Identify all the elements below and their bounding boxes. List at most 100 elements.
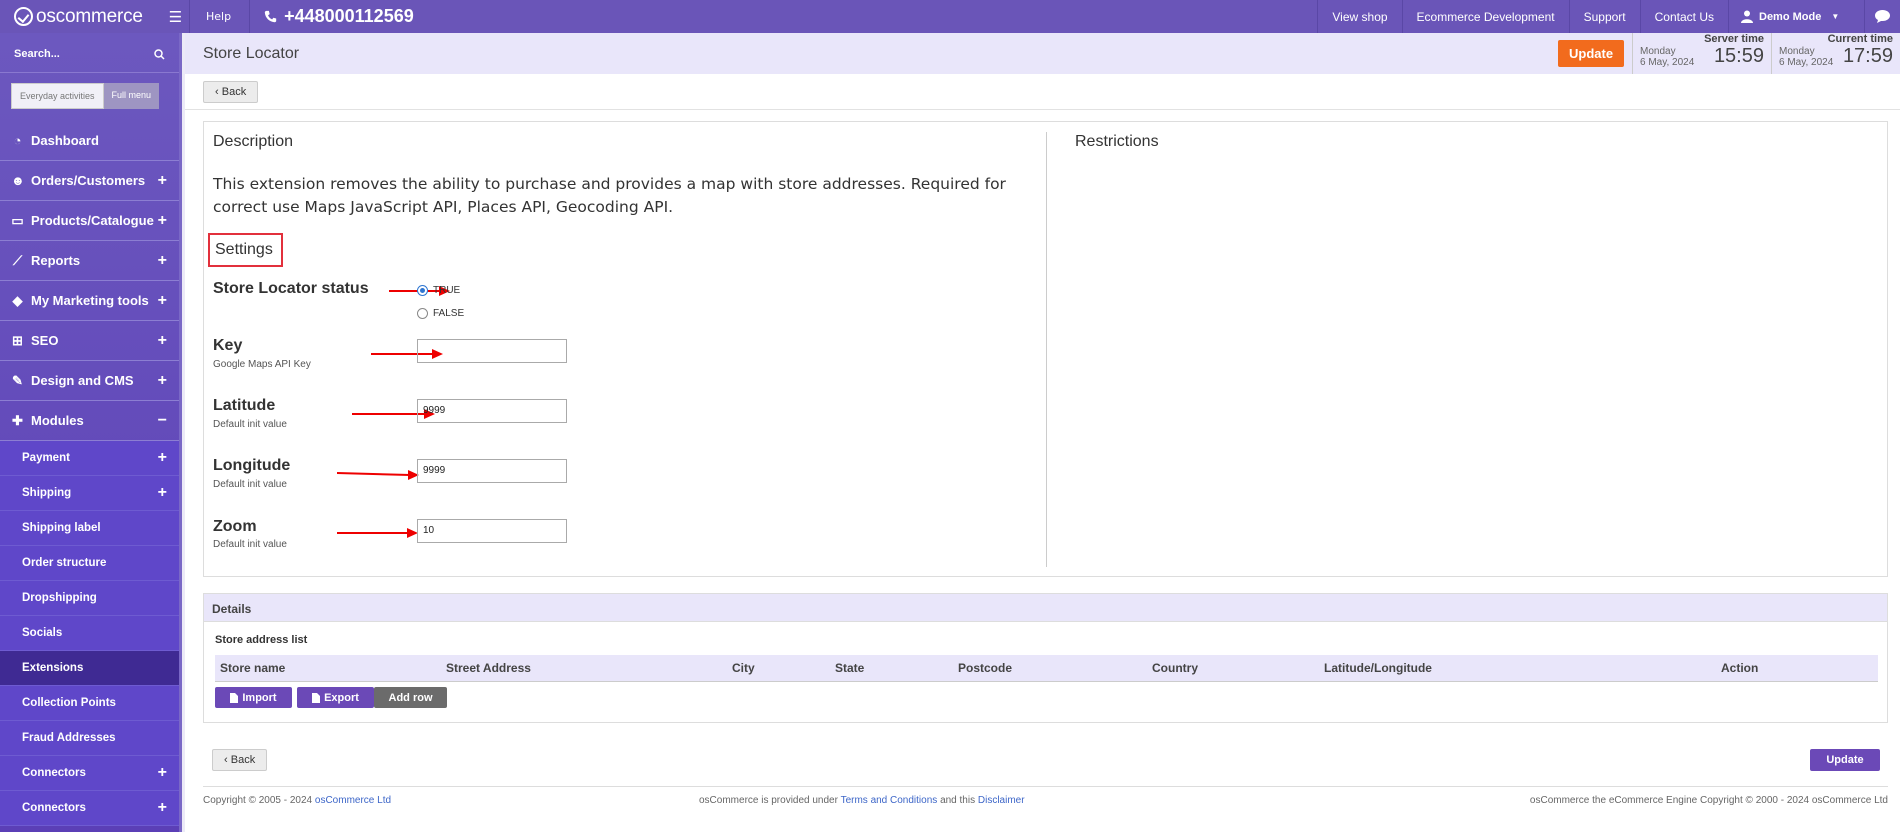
sidebar-item-seo[interactable]: ⊞ SEO + [0,321,179,361]
current-day: Monday [1779,46,1815,57]
footer-copyright: Copyright © 2005 - 2024 osCommerce Ltd [203,795,391,806]
sidebar-subitem-label: Shipping [22,487,72,499]
details-heading: Details [204,594,1887,622]
radio-unchecked-icon[interactable] [417,308,428,319]
sidebar-subitem-label: Connectors [22,767,86,779]
sidebar-search[interactable]: Search... [0,36,179,73]
top-bar: oscommerce ☰ Help +448000112569 View sho… [0,0,1900,33]
minus-icon[interactable]: − [158,412,167,430]
key-input[interactable] [417,339,567,363]
plus-icon[interactable]: + [158,764,167,782]
terms-link[interactable]: Terms and Conditions [841,795,938,806]
store-address-list-title: Store address list [215,634,308,646]
column-header: Action [1721,661,1759,675]
sidebar-subitem-dropshipping[interactable]: Dropshipping [0,581,179,616]
sidebar-item-reports[interactable]: ⟋ Reports + [0,241,179,281]
sidebar-subitem-connectors-2[interactable]: Connectors + [0,791,179,826]
longitude-label: Longitude [213,457,291,474]
sidebar-subitem-order-structure[interactable]: Order structure [0,546,179,581]
import-label: Import [242,691,277,704]
plus-icon[interactable]: + [158,172,167,190]
and-this-text: and this [940,795,976,806]
sidebar-item-label: Products/Catalogue [31,213,154,228]
search-input[interactable]: Search... [14,48,60,60]
status-true-radio[interactable]: TRUE [417,285,460,296]
sidebar-subitem-shipping-label[interactable]: Shipping label [0,511,179,546]
sidebar-item-products-catalogue[interactable]: ▭ Products/Catalogue + [0,201,179,241]
plus-icon[interactable]: + [158,799,167,817]
sidebar-subitem-label: Fraud Addresses [22,732,116,744]
full-menu-tab[interactable]: Full menu [103,83,160,109]
view-shop-link[interactable]: View shop [1317,0,1401,33]
back-label: Back [221,86,247,98]
everyday-activities-tab[interactable]: Everyday activities [11,83,104,109]
sidebar-item-label: Modules [31,413,84,428]
radio-checked-icon[interactable] [417,285,428,296]
back-button[interactable]: ‹ Back [203,81,259,103]
add-row-label: Add row [388,691,433,704]
sidebar-subitem-label: Socials [22,627,63,639]
update-button[interactable]: Update [1558,40,1625,67]
folder-icon: ▭ [11,212,24,228]
page-header: Store Locator Update Server time Monday 6… [185,33,1900,74]
sidebar-item-orders-customers[interactable]: ☻ Orders/Customers + [0,161,179,201]
logo-text: oscommerce [36,5,143,27]
plus-icon[interactable]: + [158,449,167,467]
status-false-radio[interactable]: FALSE [417,308,464,319]
key-label: Key [213,337,243,354]
import-button[interactable]: Import [215,687,292,708]
plus-icon[interactable]: + [158,372,167,390]
latitude-input[interactable]: 9999 [417,399,567,423]
user-menu[interactable]: Demo Mode ▼ [1728,0,1864,33]
help-link[interactable]: Help [189,0,251,33]
footer-license: osCommerce is provided under Terms and C… [699,795,1025,806]
support-link[interactable]: Support [1568,0,1640,33]
sidebar-subitem-fraud-addresses[interactable]: Fraud Addresses [0,721,179,756]
oscommerce-ltd-link[interactable]: osCommerce Ltd [315,795,391,806]
details-panel: Details Store address list Store name St… [203,593,1888,723]
sidebar-subitem-extensions[interactable]: Extensions [0,651,179,686]
chat-icon[interactable] [1864,0,1900,33]
plus-icon[interactable]: + [158,252,167,270]
latitude-sublabel: Default init value [213,419,287,430]
logo[interactable]: oscommerce [0,0,166,33]
sidebar-item-dashboard[interactable]: ◔ Dashboard [0,121,179,161]
sidebar-item-marketing[interactable]: ◆ My Marketing tools + [0,281,179,321]
zoom-input[interactable]: 10 [417,519,567,543]
sidebar-item-design-cms[interactable]: ✎ Design and CMS + [0,361,179,401]
plus-icon[interactable]: + [158,484,167,502]
sitemap-icon: ⊞ [12,332,23,348]
sidebar-item-label: My Marketing tools [31,293,149,308]
sidebar-subitem-connectors[interactable]: Connectors + [0,756,179,791]
sidebar-item-label: Dashboard [31,133,99,148]
add-row-button[interactable]: Add row [374,687,447,708]
chart-icon: ⟋ [12,252,23,268]
bottom-back-button[interactable]: ‹ Back [212,749,268,771]
sidebar-item-modules[interactable]: ✚ Modules − [0,401,179,441]
sidebar-subitem-label: Connectors [22,802,86,814]
bottom-update-button[interactable]: Update [1810,749,1880,771]
disclaimer-link[interactable]: Disclaimer [978,795,1025,806]
plus-icon[interactable]: + [158,212,167,230]
sidebar-subitem-payment[interactable]: Payment + [0,441,179,476]
contact-us-link[interactable]: Contact Us [1639,0,1728,33]
ecommerce-development-link[interactable]: Ecommerce Development [1401,0,1569,33]
users-icon: ☻ [11,173,25,188]
column-header: Latitude/Longitude [1324,661,1432,675]
hamburger-icon[interactable]: ☰ [166,0,185,33]
sidebar-subitem-collection-points[interactable]: Collection Points [0,686,179,721]
phone-number[interactable]: +448000112569 [250,6,414,27]
arrow-icon [337,470,419,480]
store-table-header: Store name Street Address City State Pos… [215,655,1878,682]
export-button[interactable]: Export [297,687,374,708]
server-time: Server time Monday 6 May, 2024 15:59 [1632,33,1771,74]
sidebar-subitem-label: Order structure [22,557,107,569]
plus-icon[interactable]: + [158,332,167,350]
server-day: Monday [1640,46,1676,57]
search-icon[interactable] [154,48,165,60]
plus-icon[interactable]: + [158,292,167,310]
longitude-input[interactable]: 9999 [417,459,567,483]
true-label: TRUE [433,285,461,296]
sidebar-subitem-socials[interactable]: Socials [0,616,179,651]
sidebar-subitem-shipping[interactable]: Shipping + [0,476,179,511]
